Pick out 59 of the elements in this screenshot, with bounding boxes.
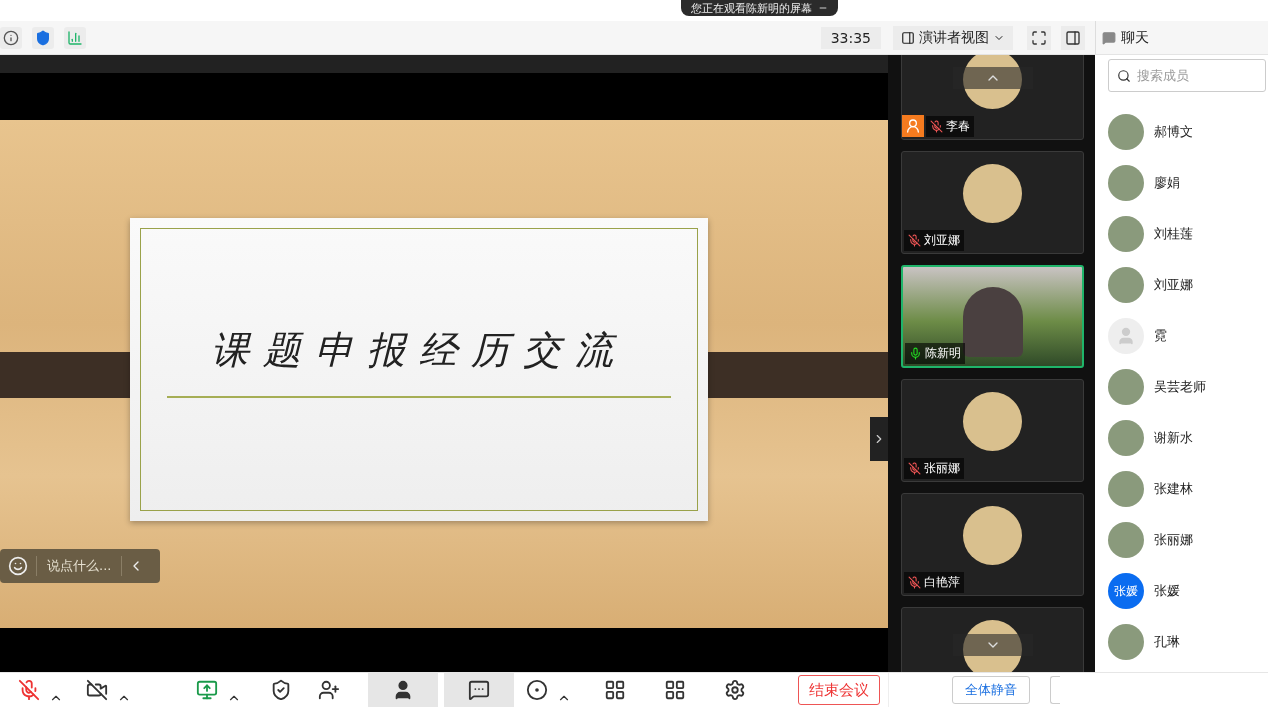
side-panel-button[interactable] bbox=[1061, 25, 1085, 50]
member-name: 刘桂莲 bbox=[1154, 225, 1193, 243]
slide-title: 课题申报经历交流 bbox=[211, 326, 627, 374]
members-button[interactable] bbox=[368, 672, 438, 707]
participant-tile[interactable]: 白艳萍 bbox=[901, 493, 1084, 596]
participant-tile[interactable]: 李春 bbox=[901, 55, 1084, 140]
participant-name: 刘亚娜 bbox=[924, 232, 960, 249]
record-icon bbox=[526, 679, 548, 701]
info-icon[interactable] bbox=[0, 26, 22, 49]
video-tile[interactable]: 陈新明 bbox=[901, 265, 1084, 368]
camera-off-icon bbox=[86, 679, 108, 701]
settings-icon bbox=[724, 679, 746, 701]
apps-icon bbox=[664, 679, 686, 701]
member-name: 张媛 bbox=[1154, 582, 1180, 600]
member-name: 张丽娜 bbox=[1154, 531, 1193, 549]
participant-name: 张丽娜 bbox=[924, 460, 960, 477]
participant-tile[interactable]: 刘亚娜 bbox=[901, 151, 1084, 254]
member-name: 郝博文 bbox=[1154, 123, 1193, 141]
chat-icon bbox=[468, 679, 490, 701]
shield-icon bbox=[270, 679, 292, 701]
member-name: 霓 bbox=[1154, 327, 1167, 345]
participant-name: 陈新明 bbox=[925, 345, 961, 362]
view-dropdown[interactable]: 演讲者视图 bbox=[893, 25, 1013, 50]
microphone-off-icon bbox=[18, 679, 40, 701]
member-name: 廖娟 bbox=[1154, 174, 1180, 192]
chat-icon bbox=[1102, 30, 1116, 45]
avatar-circle bbox=[963, 55, 1022, 109]
person-silhouette bbox=[962, 287, 1023, 357]
meeting-timer: 33:35 bbox=[820, 26, 881, 49]
member-name: 刘亚娜 bbox=[1154, 276, 1193, 294]
participant-name: 白艳萍 bbox=[924, 574, 960, 591]
smiley-icon[interactable] bbox=[8, 556, 28, 576]
participant-name: 李春 bbox=[946, 118, 970, 135]
expand-handle[interactable] bbox=[870, 417, 888, 461]
chat-title: 聊天 bbox=[1121, 28, 1149, 47]
shield-icon[interactable] bbox=[32, 26, 54, 49]
fullscreen-button[interactable] bbox=[1027, 25, 1051, 50]
initials-avatar: 张媛 bbox=[1108, 573, 1144, 609]
member-name: 吴芸老师 bbox=[1154, 378, 1206, 396]
end-meeting-button[interactable]: 结束会议 bbox=[798, 675, 880, 705]
side-panel-icon bbox=[1065, 29, 1081, 46]
layout-icon bbox=[604, 679, 626, 701]
search-field[interactable]: 搜索成员 bbox=[1108, 59, 1266, 92]
viewing-banner: 您正在观看陈新明的屏幕 bbox=[680, 0, 838, 16]
mute-all-button[interactable]: 全体静音 bbox=[952, 676, 1030, 704]
share-screen-icon bbox=[196, 679, 218, 701]
comment-placeholder[interactable]: 说点什么... bbox=[47, 557, 112, 575]
fullscreen-icon bbox=[1031, 29, 1047, 46]
search-icon bbox=[1117, 68, 1131, 83]
member-name: 谢新水 bbox=[1154, 429, 1193, 447]
member-name: 张建林 bbox=[1154, 480, 1193, 498]
search-input[interactable]: 搜索成员 bbox=[1135, 67, 1245, 84]
avatar-circle bbox=[963, 620, 1022, 672]
chat-button[interactable] bbox=[444, 672, 514, 707]
member-name: 孔琳 bbox=[1154, 633, 1180, 651]
add-person-icon bbox=[318, 679, 340, 701]
comment-bar[interactable]: 说点什么... bbox=[0, 549, 160, 583]
layout-icon bbox=[901, 30, 915, 45]
participant-tile[interactable]: 张丽娜 bbox=[901, 379, 1084, 482]
